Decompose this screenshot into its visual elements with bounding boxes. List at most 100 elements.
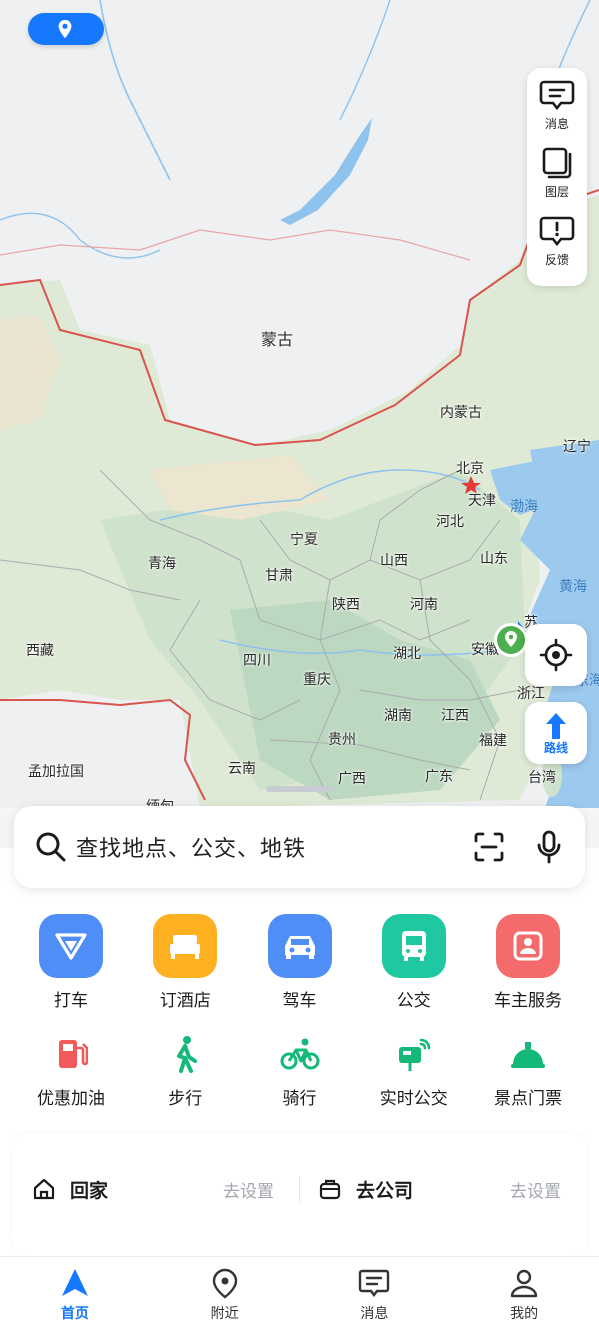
search-bar[interactable]: 查找地点、公交、地铁 <box>14 806 585 888</box>
map-pin-icon <box>58 19 72 39</box>
shortcut-fuel[interactable]: 优惠加油 <box>14 1032 128 1109</box>
shortcut-label: 订酒店 <box>159 991 211 1011</box>
crosshair-icon <box>539 638 573 672</box>
shortcut-walk[interactable]: 步行 <box>128 1032 242 1109</box>
map-view[interactable]: 蒙古 内蒙古 辽宁 北京 天津 渤海 河北 青海 宁夏 甘肃 山西 山东 黄海 … <box>0 0 599 808</box>
card-divider <box>299 1176 300 1202</box>
scan-icon[interactable] <box>473 831 505 863</box>
microphone-icon[interactable] <box>535 830 563 864</box>
map-label-jiangxi: 江西 <box>441 708 469 724</box>
home-company-card: 回家 去设置 去公司 去设置 <box>12 1134 587 1256</box>
map-label-qinghai: 青海 <box>148 556 176 572</box>
map-label-guizhou: 贵州 <box>328 732 356 748</box>
shortcut-label: 公交 <box>396 991 431 1011</box>
map-canvas[interactable] <box>0 0 599 808</box>
home-icon <box>33 1178 55 1200</box>
location-pill-button[interactable] <box>28 13 104 45</box>
map-label-mongolia: 蒙古 <box>261 330 294 349</box>
layers-icon <box>542 147 572 179</box>
company-set-link[interactable]: 去设置 <box>510 1177 561 1202</box>
map-label-beijing: 北京 <box>456 461 484 477</box>
map-label-guangxi: 广西 <box>338 771 366 787</box>
company-row[interactable]: 去公司 去设置 <box>318 1174 572 1204</box>
locate-me-button[interactable] <box>525 624 587 686</box>
bus-icon <box>381 914 446 978</box>
shortcut-car-owner[interactable]: 车主服务 <box>471 914 585 1011</box>
fuel-icon <box>49 1032 93 1076</box>
map-label-shandong: 山东 <box>480 551 508 567</box>
home-row[interactable]: 回家 去设置 <box>32 1174 292 1204</box>
tab-home[interactable]: 首页 <box>0 1257 150 1333</box>
route-label: 路线 <box>543 740 568 755</box>
search-placeholder[interactable]: 查找地点、公交、地铁 <box>76 831 306 863</box>
bottom-tab-bar: 首页 附近 消息 我的 <box>0 1256 599 1333</box>
user-icon <box>510 1269 538 1298</box>
map-side-panel: 消息 图层 反馈 <box>527 68 587 286</box>
message-icon <box>539 80 575 111</box>
search-icon <box>36 832 66 862</box>
shortcut-label: 车主服务 <box>494 991 562 1011</box>
navigation-arrow-icon <box>61 1269 88 1296</box>
shortcut-label: 景点门票 <box>494 1089 562 1109</box>
home-set-link[interactable]: 去设置 <box>223 1177 274 1202</box>
route-button[interactable]: 路线 <box>525 702 587 764</box>
shortcut-bus[interactable]: 公交 <box>357 914 471 1011</box>
map-label-liaoning: 辽宁 <box>563 439 591 455</box>
shortcut-taxi[interactable]: 打车 <box>14 914 128 1011</box>
layers-label: 图层 <box>544 185 569 199</box>
map-label-taiwan: 台湾 <box>528 770 556 786</box>
shortcut-label: 打车 <box>54 991 88 1011</box>
shortcut-realtime-bus[interactable]: 实时公交 <box>357 1032 471 1109</box>
messages-button[interactable]: 消息 <box>527 78 587 146</box>
map-label-hunan: 湖南 <box>384 708 412 724</box>
shortcut-grid-primary: 打车 订酒店 驾车 公交 车主服务 <box>14 914 585 1011</box>
layers-button[interactable]: 图层 <box>527 146 587 214</box>
map-label-tibet: 西藏 <box>26 643 54 659</box>
tab-profile[interactable]: 我的 <box>449 1257 599 1333</box>
company-label: 去公司 <box>356 1179 414 1202</box>
shortcut-label: 驾车 <box>282 991 317 1011</box>
map-label-henan: 河南 <box>410 597 438 613</box>
feedback-label: 反馈 <box>544 253 569 267</box>
drag-handle[interactable] <box>266 786 334 792</box>
tab-label: 我的 <box>510 1306 539 1322</box>
shortcut-label: 优惠加油 <box>37 1089 105 1109</box>
shortcut-label: 骑行 <box>282 1089 317 1109</box>
shortcut-bike[interactable]: 骑行 <box>243 1032 357 1109</box>
map-label-yunnan: 云南 <box>228 761 256 777</box>
map-label-yellow-sea: 黄海 <box>559 579 587 595</box>
messages-label: 消息 <box>544 117 569 131</box>
tab-messages[interactable]: 消息 <box>300 1257 450 1333</box>
car-icon <box>267 914 332 978</box>
shortcut-label: 步行 <box>168 1089 203 1109</box>
map-label-sichuan: 四川 <box>243 653 271 669</box>
shortcut-hotel[interactable]: 订酒店 <box>128 914 242 1011</box>
message-icon <box>359 1269 390 1297</box>
tab-label: 附近 <box>210 1306 239 1322</box>
map-label-fujian: 福建 <box>479 733 507 749</box>
map-label-chongqing: 重庆 <box>303 672 331 688</box>
taxi-icon <box>39 914 103 978</box>
bike-icon <box>278 1032 322 1076</box>
car-owner-icon <box>496 914 560 978</box>
shortcut-grid-secondary: 优惠加油 步行 骑行 实时公交 景点门票 <box>14 1032 585 1109</box>
hotel-bed-icon <box>153 914 218 978</box>
map-label-hubei: 湖北 <box>393 646 421 662</box>
map-label-gansu: 甘肃 <box>265 568 293 584</box>
map-label-shanxi: 山西 <box>380 553 408 569</box>
map-label-inner-mongolia: 内蒙古 <box>440 405 482 421</box>
walk-icon <box>163 1032 207 1076</box>
realtime-bus-icon <box>392 1032 436 1076</box>
shortcut-drive[interactable]: 驾车 <box>243 914 357 1011</box>
home-label: 回家 <box>70 1179 109 1202</box>
shortcut-label: 实时公交 <box>379 1089 448 1109</box>
map-pin-outline-icon <box>212 1268 237 1299</box>
route-arrow-icon <box>546 712 566 739</box>
map-label-bohai: 渤海 <box>510 499 538 515</box>
tab-nearby[interactable]: 附近 <box>150 1257 300 1333</box>
feedback-button[interactable]: 反馈 <box>527 214 587 282</box>
shortcut-scenic-ticket[interactable]: 景点门票 <box>471 1032 585 1109</box>
map-label-zhejiang: 浙江 <box>517 686 545 702</box>
map-label-tianjin: 天津 <box>468 493 496 509</box>
tab-label: 首页 <box>60 1306 89 1322</box>
